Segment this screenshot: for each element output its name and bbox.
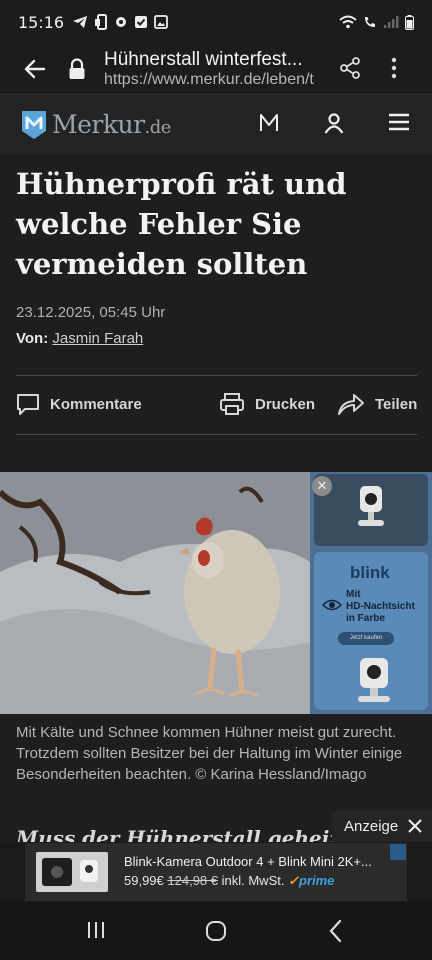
ad-line: Mit (346, 589, 361, 600)
more-vertical-icon (391, 57, 397, 79)
arrow-left-icon (24, 59, 46, 79)
recent-apps-icon (88, 922, 104, 938)
status-time: 15:16 (18, 12, 65, 32)
ad-old-price: 124,98 € (167, 873, 218, 888)
page-url: https://www.merkur.de/leben/t (104, 71, 314, 88)
page-title: Hühnerstall winterfest... (104, 49, 303, 70)
checkbox-icon (135, 16, 148, 28)
article-date: 23.12.2025, 05:45 Uhr (16, 304, 166, 321)
ad-camera-small-image (358, 658, 390, 702)
share-arrow-icon (338, 394, 364, 415)
hamburger-icon (389, 113, 409, 131)
ad-tax: inkl. MwSt. (221, 873, 285, 888)
divider (16, 434, 417, 435)
wifi-call-icon (365, 17, 375, 27)
chevron-left-icon (329, 919, 342, 943)
telegram-icon (73, 16, 88, 28)
status-bar: 15:16 (0, 0, 432, 44)
print-button[interactable]: Drucken (219, 392, 315, 416)
logo-text: Merkur.de (52, 110, 171, 139)
merkur-logo[interactable]: Merkur.de (20, 109, 171, 141)
comment-icon (17, 394, 39, 415)
settings-icon (116, 17, 127, 27)
home-icon (206, 921, 226, 941)
ad-label-text: Anzeige (344, 817, 399, 835)
battery-icon (405, 14, 414, 30)
back-button[interactable] (24, 59, 52, 79)
comments-label: Kommentare (50, 395, 142, 413)
ad-prime-badge: ✓prime (288, 873, 335, 888)
ad-line: in Farbe (346, 613, 385, 624)
recent-apps-button[interactable] (86, 920, 106, 945)
menu-button[interactable] (388, 112, 410, 137)
close-icon[interactable] (408, 819, 422, 833)
article-author: Von: Jasmin Farah (16, 330, 143, 347)
system-back-button[interactable] (328, 919, 344, 948)
m-plus-button[interactable] (258, 111, 280, 140)
author-link[interactable]: Jasmin Farah (52, 330, 143, 347)
author-label: Von: (16, 330, 49, 347)
account-button[interactable] (322, 111, 346, 140)
article-header: Hühnerprofi rät und welche Fehler Sie ve… (0, 154, 432, 472)
browser-url-bar: Hühnerstall winterfest... https://www.me… (0, 44, 432, 94)
phone-screen-icon (95, 14, 108, 30)
wifi-icon (339, 15, 357, 29)
status-left-icons (72, 14, 169, 30)
ad-price-line: 59,99€ 124,98 € inkl. MwSt. ✓prime (124, 873, 334, 889)
home-button[interactable] (205, 920, 227, 947)
ad-label: Anzeige (332, 810, 432, 842)
site-header: Merkur.de (0, 94, 432, 154)
printer-icon (220, 393, 244, 415)
ad-price: 59,99€ (124, 873, 164, 888)
signal-icon (384, 16, 399, 28)
divider (16, 375, 417, 376)
ad-cta-button[interactable]: Jetzt kaufen (338, 632, 394, 645)
url-field[interactable]: Hühnerstall winterfest... https://www.me… (104, 49, 324, 89)
merkur-m-icon (22, 110, 46, 139)
close-icon: ✕ (316, 478, 328, 493)
ad-title: Blink-Kamera Outdoor 4 + Blink Mini 2K+.… (124, 854, 372, 869)
ad-line: HD-Nachtsicht (346, 601, 415, 612)
ad-close-button[interactable]: ✕ (312, 476, 332, 496)
ad-brand: blink (350, 563, 390, 582)
share-article-button[interactable]: Teilen (337, 392, 417, 416)
share-button[interactable] (338, 56, 362, 85)
share-icon (340, 57, 360, 79)
image-caption: Mit Kälte und Schnee kommen Hühner meist… (16, 724, 403, 783)
eye-icon (322, 599, 342, 611)
user-icon (324, 113, 344, 134)
gallery-icon (154, 15, 169, 29)
print-label: Drucken (255, 395, 316, 413)
ad-product-image (36, 852, 108, 892)
adchoices-icon[interactable] (390, 844, 406, 860)
more-options-button[interactable] (384, 56, 404, 85)
share-label: Teilen (375, 395, 418, 413)
site-security-button[interactable] (68, 58, 92, 80)
status-right-icons (339, 14, 414, 30)
m-icon (260, 114, 278, 131)
article-headline: Hühnerprofi rät und welche Fehler Sie ve… (16, 167, 347, 281)
lock-icon (69, 58, 85, 79)
comments-button[interactable]: Kommentare (16, 392, 142, 416)
camera-icon (42, 858, 98, 886)
